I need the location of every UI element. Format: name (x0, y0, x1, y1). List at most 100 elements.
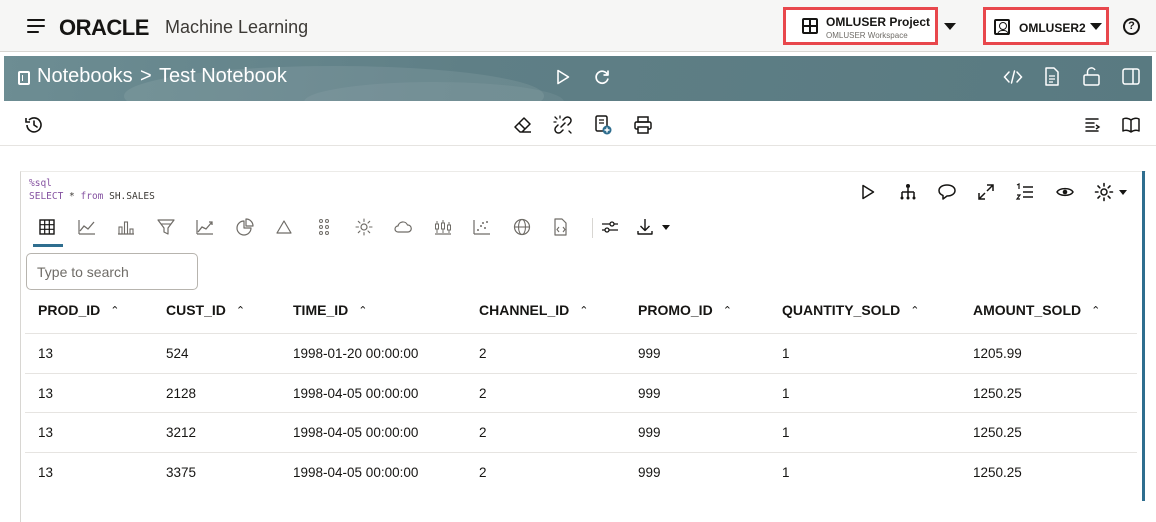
oracle-logo: ORACLE (59, 15, 149, 40)
user-menu[interactable]: OMLUSER2 (983, 7, 1109, 45)
breadcrumb-notebooks[interactable]: Notebooks (37, 65, 133, 88)
panel-toggle-icon[interactable] (1122, 68, 1140, 90)
eraser-icon[interactable] (512, 114, 534, 136)
table-cell: 2128 (166, 385, 197, 401)
result-table: PROD_ID ⌃ CUST_ID ⌃ TIME_ID ⌃ CHANNEL_ID ⌃ P… (25, 290, 1137, 491)
column-header[interactable]: PROD_ID ⌃ (38, 302, 119, 318)
user-dropdown-caret-icon[interactable] (1090, 23, 1102, 30)
column-header[interactable]: AMOUNT_SOLD ⌃ (973, 302, 1100, 318)
table-cell: 1 (782, 464, 790, 480)
table-row[interactable]: 13 3212 1998-04-05 00:00:00 2 999 1 1250… (25, 412, 1137, 452)
download-icon[interactable] (635, 217, 655, 237)
active-viz-indicator (33, 244, 63, 247)
column-header[interactable]: CUST_ID ⌃ (166, 302, 245, 318)
list-view-icon[interactable] (1081, 114, 1103, 136)
sort-icon[interactable]: ⌃ (579, 304, 588, 317)
code-view-icon[interactable] (1003, 69, 1023, 90)
column-header[interactable]: QUANTITY_SOLD ⌃ (782, 302, 919, 318)
table-cell: 1998-04-05 00:00:00 (293, 385, 419, 401)
run-all-icon[interactable] (556, 69, 570, 90)
project-dropdown-caret-icon[interactable] (944, 23, 956, 30)
table-cell: 3212 (166, 425, 197, 440)
area-chart-icon[interactable] (195, 217, 215, 237)
column-header[interactable]: PROMO_ID ⌃ (638, 302, 732, 318)
table-row[interactable]: 13 3375 1998-04-05 00:00:00 2 999 1 1250… (25, 451, 1137, 492)
sql-keyword: SELECT (29, 191, 64, 202)
table-cell: 1250.25 (973, 425, 1022, 440)
table-icon[interactable] (37, 217, 57, 237)
sql-text: * (63, 191, 81, 202)
expand-icon[interactable] (976, 182, 996, 202)
paragraph-focus-bar (1142, 171, 1145, 501)
project-title: OMLUSER Project (826, 15, 931, 29)
table-cell: 1 (782, 385, 790, 401)
box-plot-icon[interactable] (433, 217, 453, 237)
table-cell: 1 (782, 346, 790, 361)
cloud-icon[interactable] (393, 217, 413, 237)
column-header[interactable]: CHANNEL_ID ⌃ (479, 302, 588, 318)
notebook-paragraph[interactable]: %sql SELECT * from SH.SALES Type to sear… (20, 171, 1146, 522)
table-cell: 1205.99 (973, 346, 1022, 361)
sql-keyword: from (80, 191, 104, 202)
table-cell: 1998-04-05 00:00:00 (293, 425, 419, 440)
table-cell: 524 (166, 346, 189, 361)
download-caret-icon[interactable] (662, 225, 670, 230)
sql-text: SH.SALES (103, 191, 155, 202)
unlock-icon[interactable] (1082, 67, 1101, 91)
table-row[interactable]: 13 2128 1998-04-05 00:00:00 2 999 1 1250… (25, 372, 1137, 413)
code-file-icon[interactable] (551, 217, 571, 237)
gear-icon[interactable] (1094, 182, 1114, 202)
sort-icon[interactable]: ⌃ (358, 304, 367, 317)
table-header-row: PROD_ID ⌃ CUST_ID ⌃ TIME_ID ⌃ CHANNEL_ID ⌃ P… (25, 290, 1137, 333)
table-cell: 13 (38, 425, 54, 440)
history-icon[interactable] (23, 114, 45, 136)
table-cell: 13 (38, 464, 54, 480)
table-cell: 2 (479, 346, 487, 361)
column-header[interactable]: TIME_ID ⌃ (293, 302, 367, 318)
comment-icon[interactable] (937, 182, 957, 202)
notebook-add-icon[interactable] (592, 114, 614, 136)
refresh-icon[interactable] (593, 68, 611, 91)
hamburger-menu-icon[interactable] (27, 19, 47, 33)
unlink-icon[interactable] (552, 114, 574, 136)
settings-sliders-icon[interactable] (600, 217, 620, 237)
table-cell: 13 (38, 346, 54, 361)
sun-icon[interactable] (354, 217, 374, 237)
sort-icon[interactable]: ⌃ (110, 304, 119, 317)
table-cell: 13 (38, 385, 54, 401)
funnel-icon[interactable] (156, 217, 176, 237)
project-selector[interactable]: OMLUSER Project OMLUSER Workspace (783, 7, 938, 45)
top-header: ORACLE Machine Learning OMLUSER Project … (0, 0, 1156, 52)
document-icon[interactable] (1044, 67, 1060, 91)
table-search-input[interactable] (26, 253, 198, 290)
pie-chart-icon[interactable] (235, 217, 255, 237)
help-icon[interactable]: ? (1123, 18, 1140, 35)
table-cell: 3375 (166, 464, 197, 480)
table-cell: 2 (479, 385, 487, 401)
toolbar-divider (592, 218, 593, 238)
sort-icon[interactable]: ⌃ (1091, 304, 1100, 317)
pyramid-icon[interactable] (274, 217, 294, 237)
eye-icon[interactable] (1055, 182, 1075, 202)
scatter-dots-icon[interactable] (314, 217, 334, 237)
sort-icon[interactable]: ⌃ (236, 304, 245, 317)
sort-icon[interactable]: ⌃ (910, 304, 919, 317)
settings-caret-icon[interactable] (1119, 190, 1127, 195)
table-cell: 1998-01-20 00:00:00 (293, 346, 419, 361)
user-name: OMLUSER2 (1019, 21, 1086, 35)
globe-icon[interactable] (512, 217, 532, 237)
table-row[interactable]: 13 524 1998-01-20 00:00:00 2 999 1 1205.… (25, 333, 1137, 373)
line-chart-icon[interactable] (77, 217, 97, 237)
numbered-list-icon[interactable] (1015, 182, 1035, 202)
sort-icon[interactable]: ⌃ (723, 304, 732, 317)
scatter-plot-icon[interactable] (472, 217, 492, 237)
code-editor[interactable]: %sql SELECT * from SH.SALES (29, 177, 155, 203)
table-cell: 999 (638, 385, 661, 401)
bar-chart-icon[interactable] (116, 217, 136, 237)
table-cell: 999 (638, 346, 661, 361)
run-paragraph-icon[interactable] (858, 182, 878, 202)
hierarchy-icon[interactable] (898, 182, 918, 202)
sql-magic: %sql (29, 178, 52, 189)
book-icon[interactable] (1120, 114, 1142, 136)
print-icon[interactable] (632, 114, 654, 136)
